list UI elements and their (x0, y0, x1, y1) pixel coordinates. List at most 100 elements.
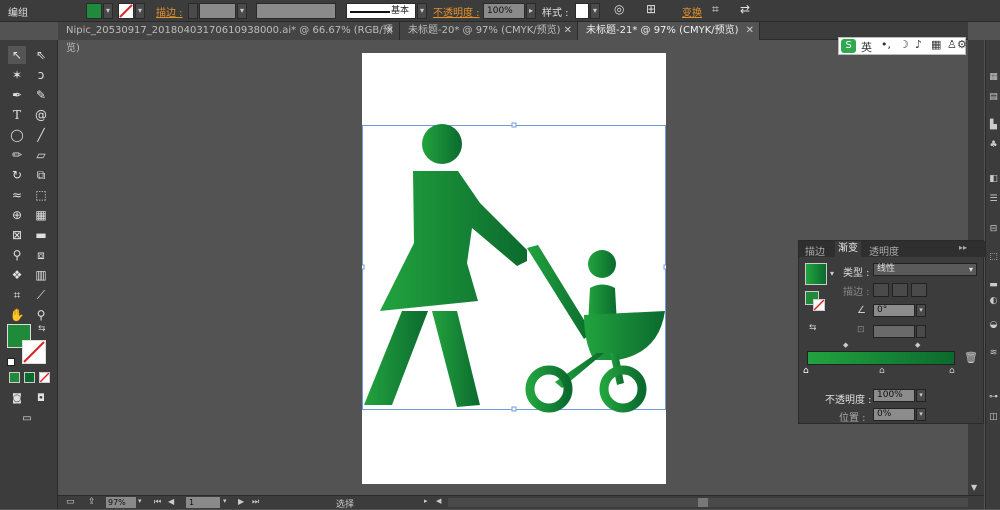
horizontal-scroll-thumb[interactable] (698, 498, 708, 507)
close-icon[interactable]: ✕ (386, 22, 394, 40)
stroke-gradient-mode-2[interactable] (892, 283, 908, 297)
transform-link[interactable]: 变换 (682, 4, 702, 19)
close-icon[interactable]: ✕ (746, 22, 754, 40)
scale-tool-icon[interactable]: ⧉ (32, 166, 50, 184)
scroll-left-icon[interactable]: ◀ (436, 497, 441, 505)
draw-mode-icon[interactable]: ◙ (8, 390, 26, 408)
page-dropdown[interactable]: ▾ (223, 497, 227, 505)
magic-wand-tool-icon[interactable]: ✶ (8, 66, 26, 84)
mesh-tool-icon[interactable]: ⊠ (8, 226, 26, 244)
none-mode-icon[interactable] (39, 372, 50, 383)
appearance-panel-icon[interactable]: ☰ (988, 194, 999, 205)
brushes-panel-icon[interactable]: ▙ (988, 120, 999, 131)
swap-colors-icon[interactable]: ⇆ (38, 324, 46, 334)
stroke-dropdown[interactable]: ▾ (135, 3, 145, 19)
gradient-stop-mid[interactable]: ⌂ (879, 366, 885, 376)
stroke-color-swatch[interactable] (22, 340, 46, 364)
gradient-panel-icon[interactable]: ◐ (988, 296, 999, 307)
hand-tool-icon[interactable]: ✋ (8, 306, 26, 324)
trash-icon[interactable]: 🗑 (964, 351, 978, 364)
opacity-dropdown[interactable]: ▸ (526, 3, 536, 19)
tab-document-2[interactable]: 未标题-20* @ 97% (CMYK/预览) ✕ (400, 22, 578, 40)
artboard[interactable] (362, 53, 666, 484)
symbols-panel-icon[interactable]: ♣ (988, 140, 999, 151)
close-icon[interactable]: ✕ (564, 22, 572, 40)
midpoint-diamond-icon[interactable]: ◆ (915, 341, 920, 349)
midpoint-diamond-icon[interactable]: ◆ (843, 341, 848, 349)
pen-tool-icon[interactable]: ✒ (8, 86, 26, 104)
stroke-weight-field[interactable] (199, 3, 236, 19)
settings-icon[interactable]: ⚙ (957, 38, 967, 51)
voice-icon[interactable]: ♪ (915, 38, 922, 51)
gradient-stop-start[interactable]: ⌂ (803, 366, 809, 376)
gradient-stop-end[interactable]: ⌂ (949, 366, 955, 376)
angle-dropdown[interactable]: ▾ (916, 304, 926, 317)
stop-location-field[interactable]: 0% (873, 408, 915, 421)
stroke-swatch[interactable] (118, 3, 134, 19)
gradient-preview-swatch[interactable] (805, 263, 827, 285)
stroke-panel-icon[interactable]: ▬ (988, 280, 999, 291)
column-graph-tool-icon[interactable]: ▥ (32, 266, 50, 284)
swatches-panel-icon[interactable]: ▤ (988, 92, 999, 103)
gradient-presets-dropdown[interactable]: ▾ (830, 269, 834, 278)
stroke-style-field[interactable]: 基本 (346, 3, 416, 19)
status-menu-icon[interactable]: ▸ (424, 497, 428, 505)
next-page-icon[interactable]: ▶ (238, 497, 244, 506)
tab-document-1[interactable]: Nipic_20530917_20180403170610938000.ai* … (58, 22, 400, 54)
panel-menu-icon[interactable]: ▸▸ (959, 243, 967, 252)
slice-tool-icon[interactable]: ⟋ (32, 286, 50, 304)
artboard-tool-icon[interactable]: ⌗ (8, 286, 26, 304)
stroke-gradient-mode-3[interactable] (911, 283, 927, 297)
gradient-type-select[interactable]: 线性 ▾ (873, 263, 977, 276)
ime-mode-label[interactable]: 英 (861, 39, 872, 55)
draw-inside-icon[interactable]: ◘ (32, 390, 50, 408)
ime-logo-icon[interactable]: S (841, 39, 856, 53)
gradient-tool-icon[interactable]: ▬ (32, 226, 50, 244)
opacity-field[interactable]: 100% (483, 3, 525, 19)
gradient-slider[interactable] (807, 351, 955, 365)
warp-tool-icon[interactable]: ≈ (8, 186, 26, 204)
curvature-tool-icon[interactable]: ✎ (32, 86, 50, 104)
scroll-down-icon[interactable]: ▼ (971, 483, 977, 492)
shape-builder-tool-icon[interactable]: ⊕ (8, 206, 26, 224)
stroke-style-dropdown[interactable]: ▾ (417, 3, 427, 19)
zoom-dropdown[interactable]: ▾ (138, 497, 142, 505)
stroke-weight-dropdown[interactable]: ▾ (237, 3, 247, 19)
aspect-ratio-field[interactable] (873, 325, 915, 338)
perspective-grid-tool-icon[interactable]: ▦ (32, 206, 50, 224)
graphic-style-dropdown[interactable]: ▾ (590, 3, 600, 19)
zoom-tool-icon[interactable]: ⚲ (32, 306, 50, 324)
aspect-ratio-dropdown[interactable] (916, 325, 926, 338)
tab-gradient[interactable]: 渐变 (835, 241, 861, 257)
align-icon[interactable]: ⊞ (646, 2, 656, 16)
fill-swatch[interactable] (86, 3, 102, 19)
variable-width-field[interactable] (256, 3, 336, 19)
stroke-mini-swatch[interactable] (813, 299, 825, 311)
stroke-label[interactable]: 描边 : (156, 4, 183, 19)
default-colors-icon[interactable] (7, 358, 15, 366)
tab-document-3[interactable]: 未标题-21* @ 97% (CMYK/预览) ✕ (578, 22, 760, 40)
selection-tool-icon[interactable]: ↖ (8, 46, 26, 64)
screen-mode-icon[interactable]: ▭ (18, 410, 36, 428)
pencil-tool-icon[interactable]: ✏ (8, 146, 26, 164)
first-page-icon[interactable]: ⏮ (154, 497, 161, 507)
eraser-tool-icon[interactable]: ▱ (32, 146, 50, 164)
transparency-panel-icon[interactable]: ◒ (988, 320, 999, 331)
location-dropdown[interactable]: ▾ (916, 408, 926, 421)
graphic-styles-panel-icon[interactable]: ◧ (988, 174, 999, 185)
fill-dropdown[interactable]: ▾ (103, 3, 113, 19)
stroke-weight-stepper[interactable] (188, 3, 198, 19)
doc-info-icon[interactable]: ▭ (66, 497, 75, 507)
isolate-icon[interactable]: ⌗ (712, 2, 719, 17)
ellipse-tool-icon[interactable]: ◯ (8, 126, 26, 144)
opacity-label[interactable]: 不透明度 : (433, 4, 480, 19)
stop-opacity-field[interactable]: 100% (873, 389, 915, 402)
layers-panel-icon[interactable]: ≋ (988, 348, 999, 359)
gradient-mode-icon[interactable] (24, 372, 35, 383)
rotate-tool-icon[interactable]: ↻ (8, 166, 26, 184)
spiral-tool-icon[interactable]: @ (32, 106, 50, 124)
horizontal-scrollbar[interactable] (448, 498, 968, 507)
keyboard-icon[interactable]: ▦ (931, 38, 941, 51)
type-tool-icon[interactable]: T (8, 106, 26, 124)
lasso-tool-icon[interactable]: ↄ (32, 66, 50, 84)
